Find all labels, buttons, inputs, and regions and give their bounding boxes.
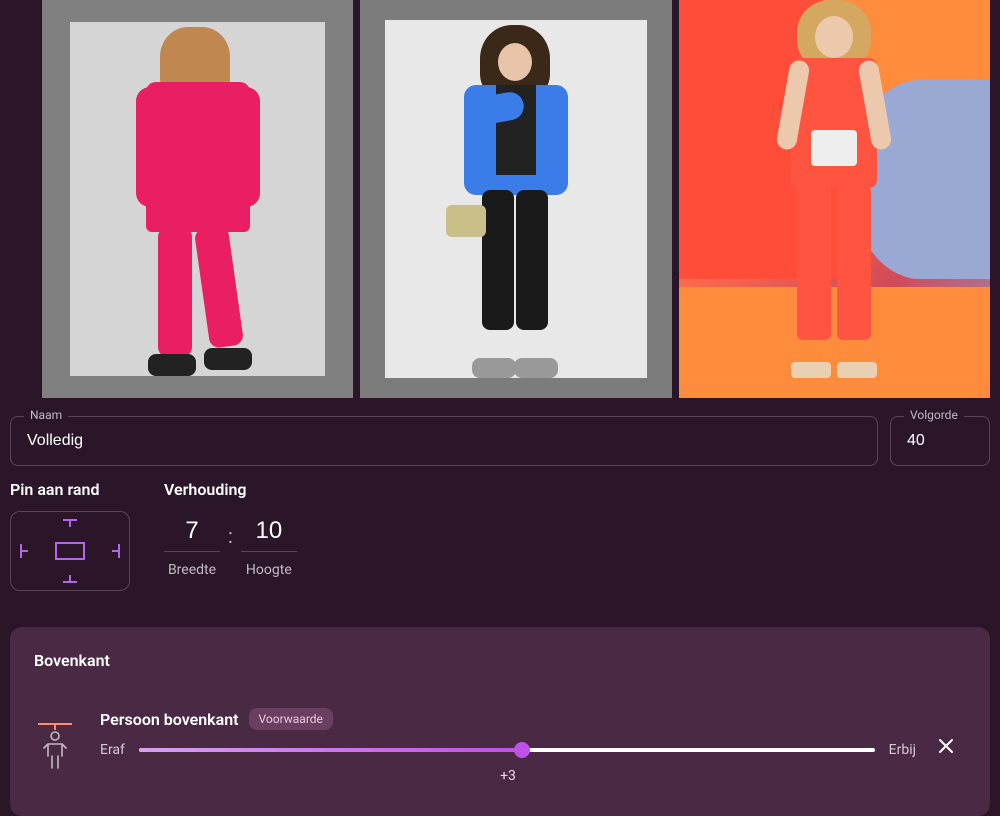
close-button[interactable] [926, 737, 966, 755]
name-input[interactable] [10, 416, 878, 466]
pin-right-icon [118, 544, 120, 558]
pin-bottom-icon [63, 581, 77, 583]
slider-title: Persoon bovenkant [100, 710, 239, 729]
slider-value: +3 [100, 768, 916, 784]
image-gallery [42, 0, 990, 398]
ratio-colon: : [228, 524, 233, 548]
image-card[interactable] [42, 0, 353, 398]
close-icon [937, 737, 955, 755]
slider-left-label: Eraf [100, 742, 125, 758]
image-card[interactable] [360, 0, 671, 398]
order-input[interactable] [890, 416, 990, 466]
slider-track[interactable] [139, 742, 875, 758]
pin-center-icon [55, 542, 85, 560]
slider-thumb[interactable] [514, 742, 530, 758]
ratio-width-input[interactable] [164, 511, 220, 552]
slider-right-label: Erbij [889, 742, 916, 758]
name-label: Naam [24, 408, 68, 422]
pin-top-icon [63, 519, 77, 521]
image-card[interactable] [679, 0, 990, 398]
order-field-wrap: Volgorde [890, 416, 990, 466]
top-panel: Bovenkant Persoon bovenkant Voorwaarde E… [10, 627, 990, 816]
ratio-height-label: Hoogte [246, 562, 292, 578]
order-label: Volgorde [904, 408, 964, 422]
pin-edge-control[interactable] [10, 511, 130, 591]
ratio-title: Verhouding [164, 480, 297, 499]
condition-badge[interactable]: Voorwaarde [249, 708, 333, 730]
panel-title: Bovenkant [34, 651, 966, 670]
ratio-width-label: Breedte [168, 562, 216, 578]
ratio-height-input[interactable] [241, 511, 297, 552]
name-field-wrap: Naam [10, 416, 878, 466]
person-top-icon [34, 718, 76, 774]
pin-title: Pin aan rand [10, 480, 130, 499]
pin-left-icon [20, 544, 22, 558]
